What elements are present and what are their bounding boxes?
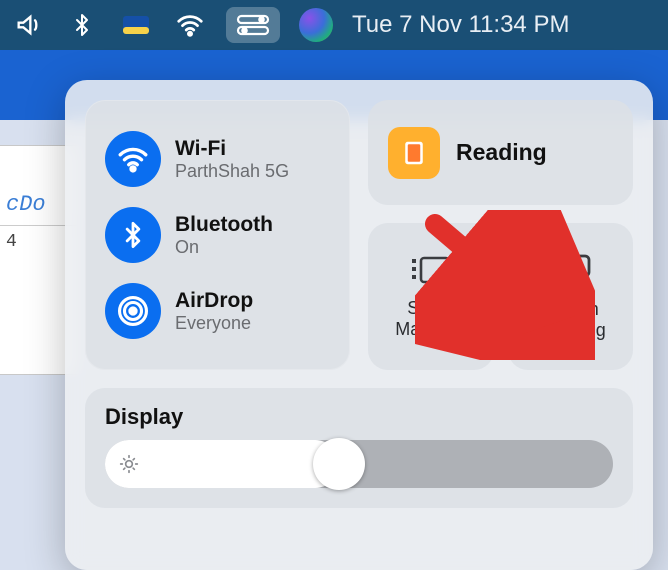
tiles-row: Stage Manager Screen Mirroring: [368, 223, 633, 370]
wifi-text: Wi-Fi ParthShah 5G: [175, 137, 289, 182]
airdrop-title: AirDrop: [175, 289, 253, 313]
bluetooth-subtitle: On: [175, 237, 273, 258]
connectivity-card: Wi-Fi ParthShah 5G Bluetooth On: [85, 100, 350, 370]
airdrop-text: AirDrop Everyone: [175, 289, 253, 334]
stage-manager-icon: [409, 253, 453, 292]
notification-app-icon[interactable]: [118, 7, 154, 43]
menubar: Tue 7 Nov 11:34 PM: [0, 0, 668, 50]
wifi-icon: [105, 131, 161, 187]
display-card: Display: [85, 388, 633, 508]
desktop-area: cDo 4 Wi-Fi ParthShah 5G: [0, 50, 668, 548]
focus-toggle[interactable]: Reading: [368, 100, 633, 205]
bluetooth-icon: [105, 207, 161, 263]
brightness-fill: [105, 440, 339, 488]
menubar-datetime[interactable]: Tue 7 Nov 11:34 PM: [352, 11, 569, 39]
screen-mirroring-button[interactable]: Screen Mirroring: [508, 223, 634, 370]
brightness-icon: [119, 454, 139, 474]
control-center-menubar-icon[interactable]: [226, 7, 280, 43]
right-column: Reading Stage Manager Screen Mirroring: [368, 100, 633, 370]
bluetooth-title: Bluetooth: [175, 213, 273, 237]
reading-focus-icon: [388, 127, 440, 179]
control-center-panel: Wi-Fi ParthShah 5G Bluetooth On: [65, 80, 653, 570]
wifi-menubar-icon[interactable]: [172, 7, 208, 43]
control-center-top: Wi-Fi ParthShah 5G Bluetooth On: [85, 100, 633, 370]
stage-manager-button[interactable]: Stage Manager: [368, 223, 494, 370]
siri-icon[interactable]: [298, 7, 334, 43]
wifi-toggle[interactable]: Wi-Fi ParthShah 5G: [101, 121, 334, 197]
wifi-subtitle: ParthShah 5G: [175, 161, 289, 182]
wifi-title: Wi-Fi: [175, 137, 289, 161]
audio-icon[interactable]: [10, 7, 46, 43]
bluetooth-toggle[interactable]: Bluetooth On: [101, 197, 334, 273]
screen-mirroring-label: Screen Mirroring: [535, 299, 606, 340]
airdrop-toggle[interactable]: AirDrop Everyone: [101, 273, 334, 349]
screen-mirroring-icon: [547, 252, 593, 293]
stage-manager-label: Stage Manager: [395, 298, 466, 339]
display-title: Display: [105, 404, 613, 430]
brightness-knob[interactable]: [313, 438, 365, 490]
focus-label: Reading: [456, 139, 547, 166]
airdrop-subtitle: Everyone: [175, 313, 253, 334]
bluetooth-text: Bluetooth On: [175, 213, 273, 258]
airdrop-icon: [105, 283, 161, 339]
brightness-slider[interactable]: [105, 440, 613, 488]
bluetooth-menubar-icon[interactable]: [64, 7, 100, 43]
